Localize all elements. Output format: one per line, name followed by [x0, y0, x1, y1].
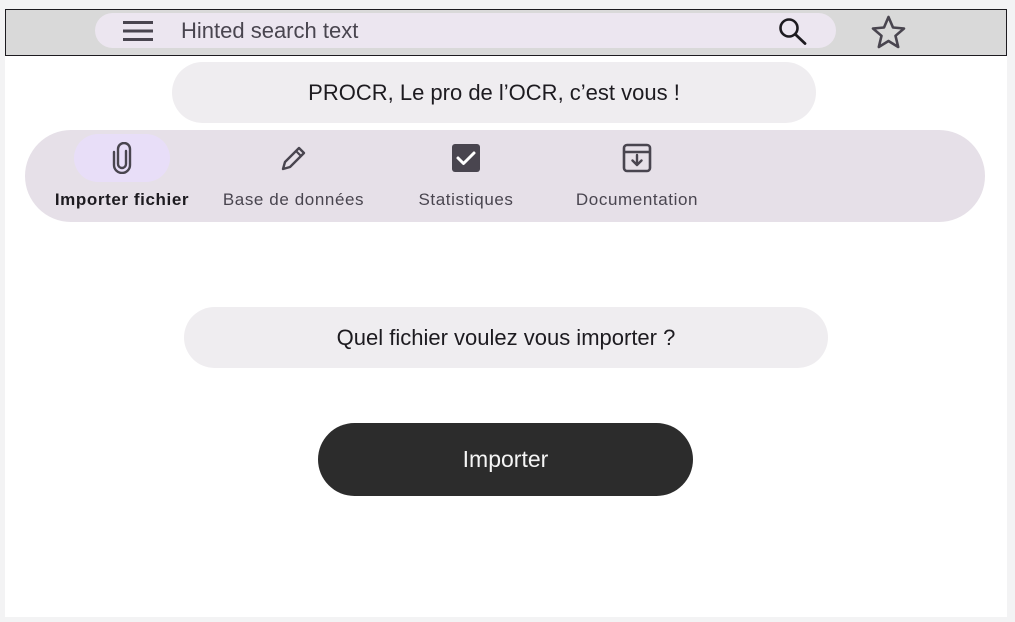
- search-bar[interactable]: Hinted search text: [95, 13, 836, 48]
- paperclip-icon: [112, 142, 132, 174]
- search-icon[interactable]: [778, 17, 808, 45]
- nav-item-importer-fichier[interactable]: Importer fichier: [47, 130, 197, 222]
- pencil-icon: [281, 146, 306, 171]
- navigation-bar: Importer fichier Base de données Statist…: [25, 130, 985, 222]
- nav-item-label: Base de données: [222, 190, 365, 209]
- nav-item-documentation[interactable]: Documentation: [562, 130, 712, 222]
- nav-item-label: Statistiques: [418, 190, 514, 209]
- nav-item-base-de-donnees[interactable]: Base de données: [215, 130, 372, 222]
- nav-item-label: Documentation: [575, 190, 699, 209]
- import-button-label: Importer: [462, 446, 549, 472]
- menu-icon[interactable]: [123, 21, 153, 41]
- search-placeholder[interactable]: Hinted search text: [181, 13, 358, 48]
- archive-icon: [622, 143, 652, 173]
- star-icon[interactable]: [870, 14, 907, 50]
- nav-item-label: Importer fichier: [54, 190, 190, 209]
- import-question: Quel fichier voulez vous importer ?: [336, 324, 676, 350]
- nav-item-statistiques[interactable]: Statistiques: [391, 130, 541, 222]
- app-title-banner: PROCR, Le pro de l’OCR, c’est vous !: [172, 62, 816, 123]
- app-title: PROCR, Le pro de l’OCR, c’est vous !: [308, 79, 680, 105]
- import-question-banner: Quel fichier voulez vous importer ?: [184, 307, 828, 368]
- import-button[interactable]: Importer: [318, 423, 693, 496]
- checkbox-icon: [452, 144, 480, 172]
- active-indicator: [74, 134, 170, 182]
